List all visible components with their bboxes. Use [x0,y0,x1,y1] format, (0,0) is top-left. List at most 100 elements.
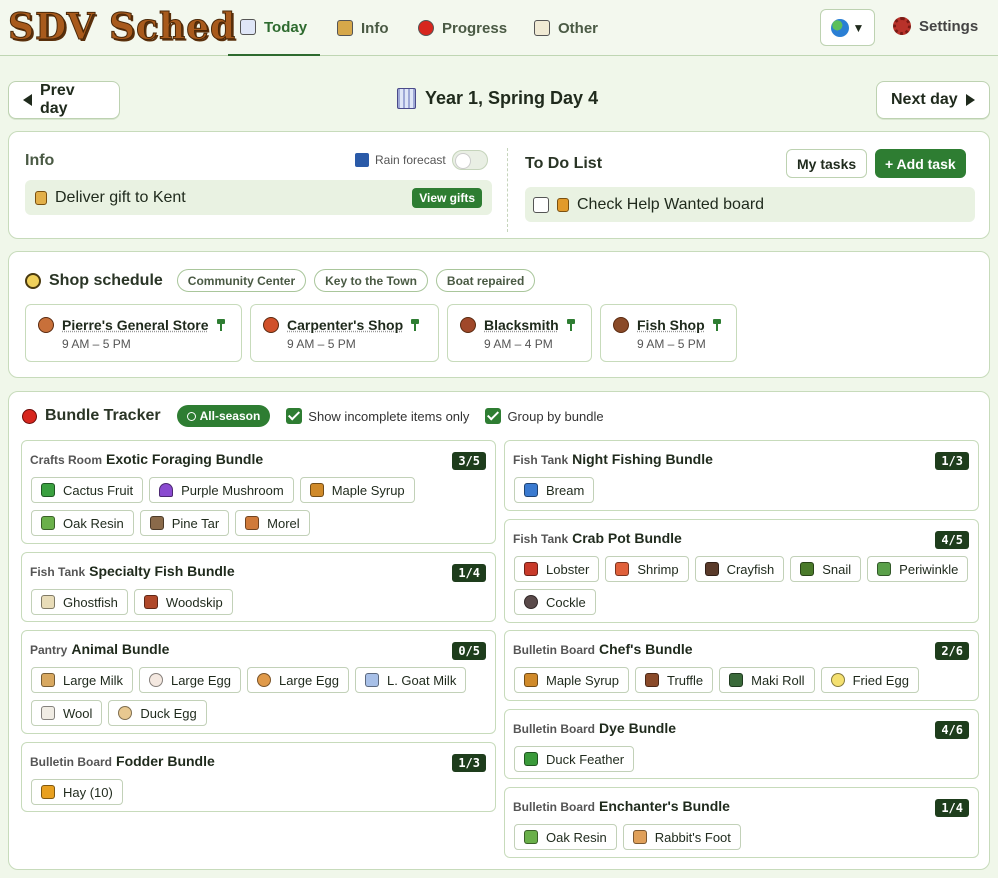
oak-resin-icon [41,516,55,530]
item-label: Shrimp [637,561,679,577]
season-label: All-season [199,409,261,423]
settings-button[interactable]: Settings [893,17,978,35]
clock-icon [25,272,41,289]
tab-progress[interactable]: Progress [406,0,519,56]
bundle-crab-pot: Fish Tank Crab Pot Bundle 4/5 Lobster Shr… [504,519,979,623]
tab-info[interactable]: Info [325,0,401,56]
bundle-item[interactable]: Truffle [634,667,714,693]
bundle-item[interactable]: Duck Feather [514,746,635,772]
item-label: Lobster [546,561,590,577]
bundle-item[interactable]: Maple Syrup [299,477,415,503]
bundle-chefs: Bulletin Board Chef's Bundle 2/6 Maple Sy… [504,630,979,701]
bundle-item[interactable]: Crayfish [694,556,785,582]
bundle-item[interactable]: Maki Roll [719,667,815,693]
add-task-button[interactable]: + Add task [875,149,966,178]
filter-community-center[interactable]: Community Center [176,269,307,292]
bundle-item[interactable]: Oak Resin [514,824,617,850]
bundle-item[interactable]: Woodskip [133,589,233,615]
bundle-item[interactable]: Cactus Fruit [31,477,144,503]
bundle-item[interactable]: Bream [514,477,595,503]
bundle-item[interactable]: Morel [235,510,310,536]
season-filter-button[interactable]: All-season [176,405,271,427]
bundle-item[interactable]: Duck Egg [108,700,207,726]
shop-schedule-card: Shop schedule Community Center Key to th… [8,251,990,378]
maki-roll-icon [729,673,744,687]
tab-today[interactable]: Today [228,0,320,56]
show-incomplete-option[interactable]: Show incomplete items only [286,408,469,424]
shop-fish[interactable]: Fish Shop 9 AM – 5 PM [600,304,737,362]
bundle-item[interactable]: Periwinkle [867,556,969,582]
shop-pierres[interactable]: Pierre's General Store 9 AM – 5 PM [25,304,242,362]
bundle-count: 4/6 [935,721,969,739]
bundle-room: Crafts Room [30,453,103,467]
gift-icon [35,190,47,205]
bundle-item[interactable]: Cockle [514,589,596,615]
item-label: L. Goat Milk [386,672,457,688]
item-label: Duck Feather [546,751,625,767]
bundle-item[interactable]: Purple Mushroom [149,477,294,503]
shop-name: Fish Shop [637,317,705,333]
bundle-item[interactable]: Large Egg [246,667,349,693]
bundle-item[interactable]: Large Egg [138,667,241,693]
bundle-item[interactable]: Hay (10) [31,779,123,805]
bundle-item[interactable]: Snail [790,556,862,582]
tab-other[interactable]: Other [522,0,610,56]
pin-icon[interactable] [566,319,575,331]
bundle-item[interactable]: Large Milk [31,667,133,693]
shop-carpenter[interactable]: Carpenter's Shop 9 AM – 5 PM [250,304,439,362]
bundle-name: Crab Pot Bundle [572,530,682,546]
calendar-icon [397,88,416,109]
pin-icon[interactable] [216,319,225,331]
pin-icon[interactable] [712,319,721,331]
rain-forecast-toggle[interactable] [451,150,488,170]
bundle-item[interactable]: Pine Tar [139,510,230,536]
current-date: Year 1, Spring Day 4 [397,88,598,109]
cockle-icon [524,595,538,609]
group-by-bundle-option[interactable]: Group by bundle [485,408,604,424]
bundle-room: Fish Tank [513,532,569,546]
date-label: Year 1, Spring Day 4 [425,88,599,108]
bundle-item[interactable]: Rabbit's Foot [622,824,741,850]
shop-blacksmith[interactable]: Blacksmith 9 AM – 4 PM [447,304,592,362]
item-label: Truffle [666,672,704,688]
woodskip-icon [143,595,158,609]
large-milk-icon [41,673,55,687]
gift-text: Deliver gift to Kent [55,188,186,206]
bundle-item[interactable]: Wool [31,700,103,726]
tab-today-label: Today [264,18,308,36]
rain-label: Rain forecast [375,153,446,167]
bundle-item[interactable]: Fried Egg [820,667,919,693]
todo-checkbox[interactable] [533,196,549,213]
view-gifts-button[interactable]: View gifts [412,187,482,208]
bundle-count: 3/5 [452,452,486,470]
crayfish-icon [704,562,719,576]
info-todo-card: Info Rain forecast Deliver gift to Kent … [8,131,990,239]
gear-icon [893,17,911,35]
show-incomplete-checkbox[interactable] [286,408,303,424]
pin-icon[interactable] [411,319,420,331]
willy-portrait-icon [613,317,629,333]
bundle-item[interactable]: Shrimp [605,556,689,582]
language-dropdown[interactable]: ▼ [820,9,875,46]
group-by-bundle-checkbox[interactable] [485,408,502,424]
bundle-item[interactable]: Oak Resin [31,510,134,536]
calendar-icon [240,19,256,35]
item-label: Periwinkle [899,561,959,577]
shrimp-icon [615,562,630,576]
next-day-button[interactable]: Next day [876,81,990,119]
shop-schedule-title: Shop schedule [49,271,163,289]
arrow-left-icon [23,94,32,106]
item-label: Oak Resin [63,515,124,531]
my-tasks-button[interactable]: My tasks [786,149,868,178]
scroll-icon [337,20,353,36]
bundle-item[interactable]: Lobster [514,556,600,582]
shop-schedule-header: Shop schedule Community Center Key to th… [25,269,536,292]
bundle-item[interactable]: L. Goat Milk [354,667,467,693]
filter-boat-repaired[interactable]: Boat repaired [435,269,536,292]
divider [507,148,508,232]
prev-day-button[interactable]: Prev day [8,81,120,119]
bundle-item[interactable]: Maple Syrup [514,667,629,693]
app-logo[interactable]: SDV Sched [7,6,236,49]
bundle-item[interactable]: Ghostfish [31,589,128,615]
filter-key-to-town[interactable]: Key to the Town [314,269,428,292]
